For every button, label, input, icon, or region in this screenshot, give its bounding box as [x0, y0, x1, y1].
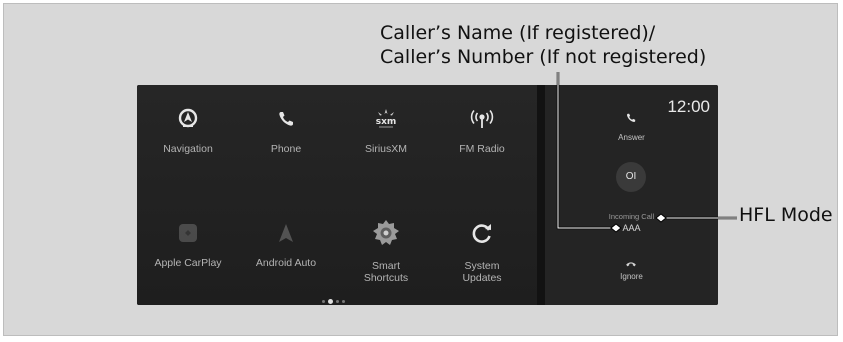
app-tile-system-updates[interactable]: System Updates	[433, 205, 531, 295]
app-tile-navigation[interactable]: Navigation	[139, 91, 237, 181]
clock: 12:00	[667, 97, 710, 116]
app-label: System Updates	[462, 260, 502, 284]
answer-button[interactable]: Answer	[545, 133, 718, 142]
hang-up-icon[interactable]	[625, 255, 637, 273]
caller-name-callout: Caller’s Name (If registered)/	[380, 22, 656, 44]
page-indicator[interactable]	[322, 293, 348, 305]
apple-carplay-icon	[174, 219, 202, 247]
siriusxm-icon: sxm	[372, 105, 400, 133]
page-dot-active[interactable]	[328, 299, 333, 305]
app-tile-fm-radio[interactable]: FM Radio	[433, 91, 531, 181]
ignore-button[interactable]: Ignore	[545, 272, 718, 281]
phone-icon	[272, 105, 300, 133]
incoming-call-label: Incoming Call	[608, 212, 655, 221]
incoming-call-panel: 12:00 Answer OI Incoming Call AAA Ignore	[545, 85, 718, 305]
display-screen: Navigation Phone sxm SiriusXM FM Radio A…	[137, 85, 718, 305]
app-label: FM Radio	[459, 143, 505, 155]
answer-icon[interactable]	[625, 111, 637, 129]
page-dot[interactable]	[322, 300, 325, 304]
app-tile-siriusxm[interactable]: sxm SiriusXM	[337, 91, 435, 181]
android-auto-icon	[272, 219, 300, 247]
app-label: SiriusXM	[364, 143, 407, 155]
app-label: Phone	[270, 143, 302, 155]
caller-avatar: OI	[616, 162, 646, 192]
app-tile-apple-carplay[interactable]: Apple CarPlay	[139, 205, 237, 295]
fm-radio-icon	[468, 105, 496, 133]
system-updates-icon	[468, 219, 496, 247]
caller-name: AAA	[622, 223, 641, 233]
app-label: Android Auto	[255, 257, 317, 269]
navigation-icon	[174, 105, 202, 133]
app-label: Apple CarPlay	[154, 257, 222, 269]
siriusxm-logo-text: sxm	[376, 117, 397, 127]
app-tile-android-auto[interactable]: Android Auto	[237, 205, 335, 295]
app-tile-phone[interactable]: Phone	[237, 91, 335, 181]
page-dot[interactable]	[342, 300, 345, 304]
home-screen: Navigation Phone sxm SiriusXM FM Radio A…	[137, 85, 537, 305]
smart-shortcuts-icon	[372, 219, 400, 247]
page-dot[interactable]	[336, 300, 339, 304]
caller-number-callout: Caller’s Number (If not registered)	[380, 46, 707, 68]
app-label: Navigation	[163, 143, 213, 155]
app-label: Smart Shortcuts	[363, 260, 409, 284]
hfl-mode-callout: HFL Mode	[739, 204, 833, 226]
screen-divider	[537, 85, 545, 305]
app-tile-smart-shortcuts[interactable]: Smart Shortcuts	[337, 205, 435, 295]
